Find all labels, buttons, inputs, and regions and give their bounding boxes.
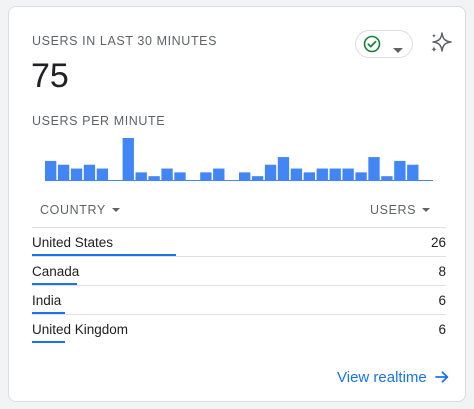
country-name: United States [32,235,114,250]
minute-bar[interactable] [277,157,290,180]
minute-bar[interactable] [174,172,186,180]
arrow-right-icon[interactable] [434,369,450,390]
users-count: 8 [438,264,446,279]
minute-bar[interactable] [70,168,83,180]
minute-bar[interactable] [251,176,264,180]
chevron-down-icon [393,41,403,59]
country-name: Canada [32,264,80,279]
table-row[interactable]: India 6 [32,285,446,314]
table-row[interactable]: United Kingdom 6 [32,314,446,343]
minute-bar[interactable] [45,160,57,180]
minute-bar[interactable] [148,176,160,180]
country-header-label: COUNTRY [40,203,106,217]
minute-bar[interactable] [57,164,70,180]
users-count: 6 [438,293,446,308]
minute-bar[interactable] [264,164,277,180]
users-per-minute-chart [45,138,433,181]
sort-down-icon [111,207,120,212]
users-count: 6 [438,322,446,337]
per-minute-label: USERS PER MINUTE [32,114,166,128]
minute-bar[interactable] [290,168,303,180]
table-row[interactable]: Canada 8 [32,256,446,285]
minute-bar[interactable] [161,168,173,180]
country-column-header[interactable]: COUNTRY [40,203,120,217]
users-header-label: USERS [370,203,417,217]
minute-bar[interactable] [135,172,147,180]
view-realtime-link[interactable]: View realtime [337,369,427,386]
minute-bar[interactable] [303,172,315,180]
minute-bar[interactable] [239,172,251,180]
minute-bar[interactable] [213,168,225,180]
country-table: United States 26 Canada 8 India 6 United… [32,227,446,343]
minute-bar[interactable] [381,176,393,180]
minute-bar[interactable] [96,168,109,180]
sort-down-icon [422,207,431,212]
card-title: USERS IN LAST 30 MINUTES [32,34,218,48]
country-name: United Kingdom [32,322,129,337]
minute-bar[interactable] [83,164,96,180]
minute-bar[interactable] [122,138,134,180]
share-bar [32,341,65,343]
users-column-header[interactable]: USERS [370,203,431,217]
table-row[interactable]: United States 26 [32,227,446,256]
minute-bar[interactable] [407,164,419,180]
realtime-users-card: USERS IN LAST 30 MINUTES 75 USERS PER MI… [8,6,466,402]
check-circle-icon [363,35,381,58]
minute-bar[interactable] [329,168,341,180]
sparkle-icon[interactable] [428,30,454,61]
total-users-value: 75 [31,57,69,95]
minute-bar[interactable] [394,160,406,180]
minute-bar[interactable] [342,168,354,180]
minute-bar[interactable] [316,168,328,180]
country-name: India [32,293,62,308]
status-dropdown[interactable] [355,30,413,58]
minute-bar[interactable] [200,172,212,180]
users-count: 26 [430,235,446,250]
minute-bar[interactable] [355,172,367,180]
minute-bar[interactable] [368,157,380,180]
